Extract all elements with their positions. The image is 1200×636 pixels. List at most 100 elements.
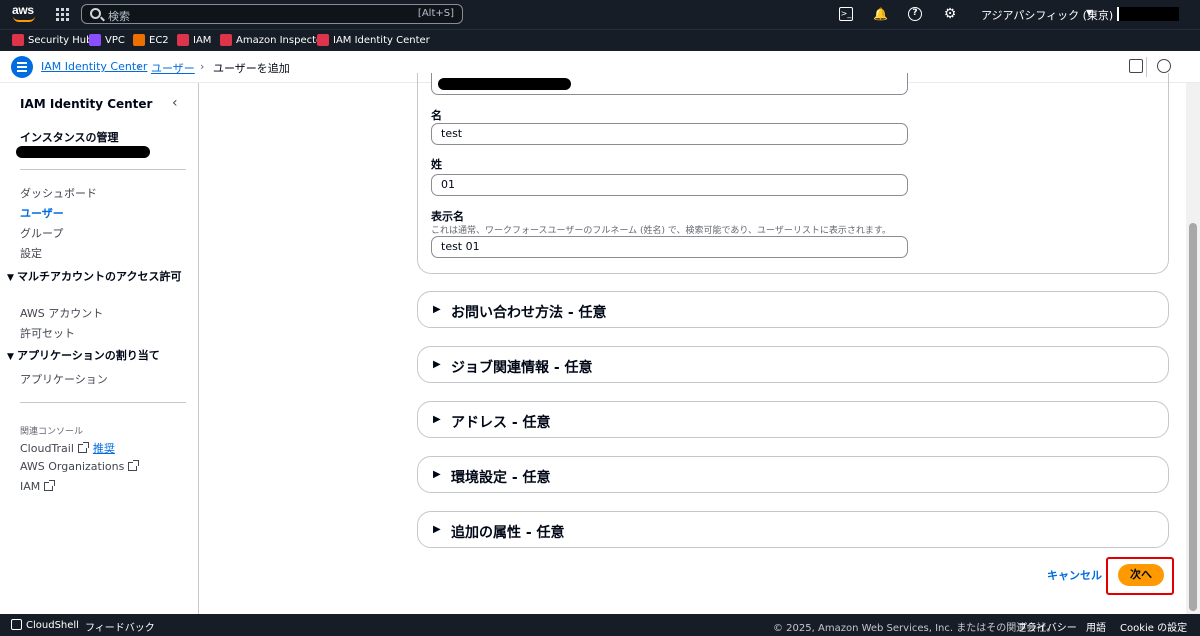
cancel-button[interactable]: キャンセル (1047, 567, 1102, 583)
iam-icon (177, 34, 189, 46)
aws-logo[interactable]: aws (12, 4, 36, 24)
favorite-label: EC2 (149, 34, 169, 46)
favorite-ec2[interactable]: EC2 (133, 34, 169, 46)
sidebar: IAM Identity Center ‹ インスタンスの管理 ダッシュボード … (0, 83, 199, 614)
display-name-label: 表示名 (431, 210, 464, 223)
sidebar-item-users[interactable]: ユーザー (20, 205, 64, 221)
sidebar-item-groups[interactable]: グループ (20, 225, 63, 241)
hamburger-menu-icon[interactable] (11, 56, 33, 78)
sidebar-title: IAM Identity Center (20, 97, 153, 111)
sidebar-item-settings[interactable]: 設定 (20, 245, 42, 261)
redacted-instance-id (16, 146, 150, 158)
terms-link[interactable]: 用語 (1086, 619, 1106, 634)
caret-right-icon: ▶ (433, 469, 441, 480)
caret-right-icon: ▶ (433, 414, 441, 425)
first-name-field[interactable]: test (431, 123, 908, 145)
sidebar-link-cloudtrail[interactable]: CloudTrail 推奨 (20, 440, 115, 456)
collapse-sidebar-icon[interactable]: ‹ (172, 95, 178, 111)
expander-preferences[interactable]: ▶ 環境設定 - 任意 (417, 456, 1169, 493)
external-link-icon (128, 460, 140, 471)
favorite-iam-identity-center[interactable]: IAM Identity Center (317, 34, 430, 46)
breadcrumb-current: ユーザーを追加 (213, 62, 290, 75)
chevron-right-icon: › (200, 60, 205, 73)
expander-label: 環境設定 - 任意 (451, 470, 551, 486)
favorite-vpc[interactable]: VPC (89, 34, 125, 46)
inspector-icon (220, 34, 232, 46)
external-link-icon (44, 480, 56, 491)
ec2-icon (133, 34, 145, 46)
identity-center-icon (317, 34, 329, 46)
footer: CloudShell フィードバック © 2025, Amazon Web Se… (0, 614, 1200, 636)
aws-logo-text: aws (12, 3, 34, 17)
scrollbar-thumb[interactable] (1189, 223, 1197, 611)
expander-contact-methods[interactable]: ▶ お問い合わせ方法 - 任意 (417, 291, 1169, 328)
favorite-label: IAM (193, 34, 212, 46)
group-label: マルチアカウントのアクセス許可 (17, 270, 182, 283)
services-grid-icon[interactable] (56, 8, 69, 21)
link-label: IAM (20, 480, 41, 493)
notifications-panel-icon[interactable] (1157, 59, 1171, 73)
top-navigation: aws 検索 [Alt+S] >_ 🔔 ? ⚙ アジアパシフィック (東京) ▼ (0, 0, 1200, 29)
favorites-bar: Security Hub VPC EC2 IAM Amazon Inspecto… (0, 29, 1200, 51)
account-menu[interactable] (1117, 7, 1179, 21)
instance-section-title: インスタンスの管理 (20, 131, 119, 144)
recommended-link[interactable]: 推奨 (93, 440, 115, 456)
sidebar-group-applications[interactable]: ▼ アプリケーションの割り当て (7, 349, 192, 364)
breadcrumb-users[interactable]: ユーザー (151, 60, 195, 76)
cloudshell-button[interactable]: CloudShell (11, 619, 79, 631)
gear-icon[interactable]: ⚙ (943, 7, 957, 21)
expander-address[interactable]: ▶ アドレス - 任意 (417, 401, 1169, 438)
next-button[interactable]: 次へ (1118, 564, 1164, 586)
group-label: アプリケーションの割り当て (17, 349, 160, 362)
copyright-text: © 2025, Amazon Web Services, Inc. またはその関… (773, 623, 1057, 634)
cookie-settings-link[interactable]: Cookie の設定 (1120, 619, 1187, 634)
sidebar-item-aws-accounts[interactable]: AWS アカウント (20, 305, 103, 321)
sidebar-link-organizations[interactable]: AWS Organizations (20, 460, 140, 473)
link-label: CloudTrail (20, 441, 74, 455)
vpc-icon (89, 34, 101, 46)
chevron-right-icon: › (137, 60, 142, 73)
security-hub-icon (12, 34, 24, 46)
divider (20, 402, 186, 403)
expander-label: お問い合わせ方法 - 任意 (451, 305, 607, 321)
first-name-label: 名 (431, 109, 442, 122)
expander-additional-attributes[interactable]: ▶ 追加の属性 - 任意 (417, 511, 1169, 548)
search-icon (90, 8, 101, 19)
info-panel-icon[interactable] (1129, 59, 1143, 73)
region-selector[interactable]: アジアパシフィック (東京) (981, 7, 1113, 23)
caret-right-icon: ▶ (433, 524, 441, 535)
display-name-description: これは通常、ワークフォースユーザーのフルネーム (姓名) で、検索可能であり、ユ… (431, 226, 891, 236)
scrollbar[interactable] (1186, 83, 1200, 614)
expander-job-info[interactable]: ▶ ジョブ関連情報 - 任意 (417, 346, 1169, 383)
favorite-label: VPC (105, 34, 125, 46)
breadcrumb-identity-center[interactable]: IAM Identity Center (41, 60, 147, 73)
search-input[interactable]: 検索 [Alt+S] (81, 4, 463, 24)
favorite-label: Amazon Inspector (236, 34, 327, 46)
favorite-iam[interactable]: IAM (177, 34, 211, 46)
display-name-field[interactable]: test 01 (431, 236, 908, 258)
privacy-link[interactable]: プライバシー (1017, 619, 1077, 634)
sidebar-item-permission-sets[interactable]: 許可セット (20, 325, 75, 341)
caret-down-icon: ▼ (7, 273, 14, 283)
expander-label: 追加の属性 - 任意 (451, 525, 565, 541)
cloudshell-icon[interactable]: >_ (839, 7, 853, 21)
sidebar-group-multi-account[interactable]: ▼ マルチアカウントのアクセス許可 (7, 270, 192, 285)
favorite-label: IAM Identity Center (333, 34, 430, 46)
related-consoles-label: 関連コンソール (20, 427, 84, 437)
favorite-amazon-inspector[interactable]: Amazon Inspector (220, 34, 326, 46)
cloudshell-icon (11, 619, 22, 630)
favorite-label: Security Hub (28, 34, 93, 46)
last-name-label: 姓 (431, 158, 442, 171)
caret-down-icon: ▼ (7, 352, 14, 362)
sidebar-link-iam[interactable]: IAM (20, 480, 56, 493)
main-content: 名 test 姓 01 表示名 これは通常、ワークフォースユーザーのフルネーム … (200, 73, 1186, 614)
sidebar-item-dashboard[interactable]: ダッシュボード (20, 185, 97, 201)
help-icon[interactable]: ? (908, 7, 922, 21)
sidebar-item-applications[interactable]: アプリケーション (20, 371, 108, 387)
chevron-down-icon[interactable]: ▼ (1086, 8, 1092, 17)
last-name-field[interactable]: 01 (431, 174, 908, 196)
feedback-link[interactable]: フィードバック (85, 619, 155, 634)
bell-icon[interactable]: 🔔 (873, 7, 888, 21)
external-link-icon (77, 441, 89, 453)
favorite-security-hub[interactable]: Security Hub (12, 34, 92, 46)
